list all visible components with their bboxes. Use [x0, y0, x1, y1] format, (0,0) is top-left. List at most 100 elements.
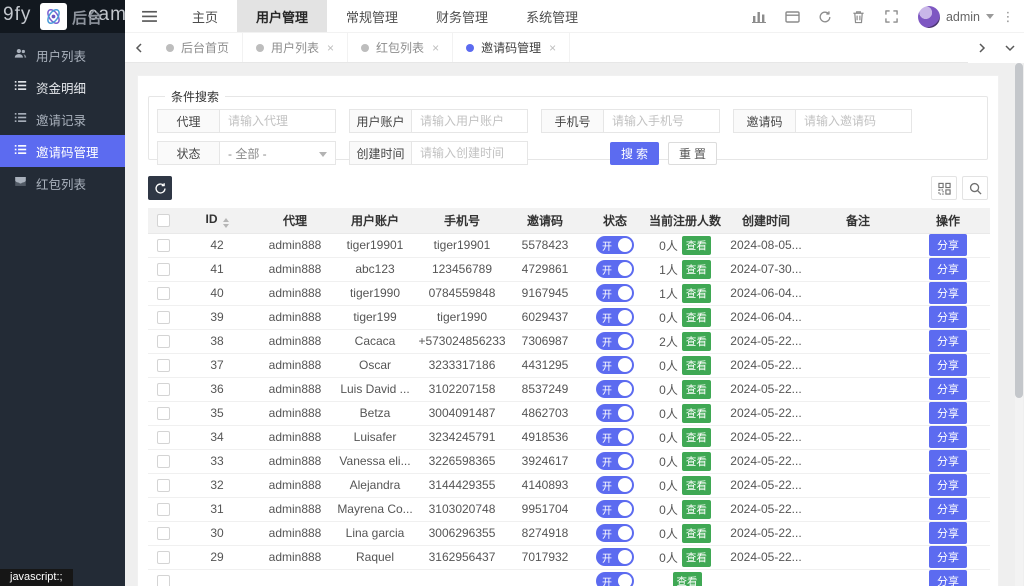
view-button[interactable]: 查看 [682, 476, 711, 495]
status-toggle[interactable]: 开 [596, 260, 634, 278]
row-checkbox[interactable] [157, 431, 170, 444]
row-checkbox[interactable] [157, 503, 170, 516]
status-toggle[interactable]: 开 [596, 452, 634, 470]
row-checkbox[interactable] [157, 359, 170, 372]
share-button[interactable]: 分享 [929, 570, 967, 586]
agent-input[interactable] [219, 109, 336, 133]
row-checkbox[interactable] [157, 479, 170, 492]
share-button[interactable]: 分享 [929, 546, 967, 568]
share-button[interactable]: 分享 [929, 234, 967, 256]
view-button[interactable]: 查看 [682, 308, 711, 327]
share-button[interactable]: 分享 [929, 378, 967, 400]
status-toggle[interactable]: 开 [596, 524, 634, 542]
tabs-scroll-right-icon[interactable] [968, 33, 996, 63]
row-checkbox[interactable] [157, 551, 170, 564]
sidebar-toggle-icon[interactable] [125, 0, 173, 32]
column-header[interactable]: ID [178, 208, 256, 233]
share-button[interactable]: 分享 [929, 450, 967, 472]
share-button[interactable]: 分享 [929, 306, 967, 328]
share-button[interactable]: 分享 [929, 426, 967, 448]
share-button[interactable]: 分享 [929, 282, 967, 304]
share-button[interactable]: 分享 [929, 258, 967, 280]
row-checkbox[interactable] [157, 263, 170, 276]
status-toggle[interactable]: 开 [596, 332, 634, 350]
status-toggle[interactable]: 开 [596, 404, 634, 422]
tab-red-packet-list[interactable]: 红包列表 × [348, 33, 453, 62]
search-icon[interactable] [962, 176, 988, 200]
close-icon[interactable]: × [432, 41, 439, 55]
tab-dashboard[interactable]: 后台首页 [153, 33, 243, 62]
status-toggle[interactable]: 开 [596, 356, 634, 374]
status-toggle[interactable]: 开 [596, 284, 634, 302]
top-menu-user-mgmt[interactable]: 用户管理 [237, 0, 327, 32]
status-toggle[interactable]: 开 [596, 428, 634, 446]
share-button[interactable]: 分享 [929, 498, 967, 520]
row-checkbox[interactable] [157, 527, 170, 540]
tabs-menu-icon[interactable] [996, 33, 1024, 63]
sidebar-item-invite-code-mgmt[interactable]: 邀请码管理 [0, 135, 125, 167]
status-toggle[interactable]: 开 [596, 500, 634, 518]
created-input[interactable] [411, 141, 528, 165]
top-menu-finance-mgmt[interactable]: 财务管理 [417, 0, 507, 32]
tabs-scroll-left-icon[interactable] [125, 33, 153, 62]
top-menu-general-mgmt[interactable]: 常规管理 [327, 0, 417, 32]
view-button[interactable]: 查看 [682, 356, 711, 375]
card-icon[interactable] [776, 11, 809, 23]
close-icon[interactable]: × [327, 41, 334, 55]
share-button[interactable]: 分享 [929, 330, 967, 352]
phone-input[interactable] [603, 109, 720, 133]
sidebar-item-user-list[interactable]: 用户列表 [0, 39, 125, 71]
sidebar-item-red-packet-list[interactable]: 红包列表 [0, 167, 125, 199]
sort-icon[interactable] [223, 218, 229, 228]
view-button[interactable]: 查看 [682, 332, 711, 351]
sidebar-item-funds-detail[interactable]: 资金明细 [0, 71, 125, 103]
share-button[interactable]: 分享 [929, 474, 967, 496]
view-button[interactable]: 查看 [682, 452, 711, 471]
invite-code-input[interactable] [795, 109, 912, 133]
status-toggle[interactable]: 开 [596, 572, 634, 586]
search-button[interactable]: 搜索 [610, 142, 659, 165]
view-button[interactable]: 查看 [682, 380, 711, 399]
row-checkbox[interactable] [157, 575, 170, 586]
reset-button[interactable]: 重置 [668, 142, 717, 165]
sidebar-item-invite-records[interactable]: 邀请记录 [0, 103, 125, 135]
user-menu[interactable]: admin [918, 6, 994, 28]
select-all-checkbox[interactable] [157, 214, 170, 227]
refresh-icon[interactable] [809, 10, 842, 24]
view-button[interactable]: 查看 [682, 260, 711, 279]
row-checkbox[interactable] [157, 311, 170, 324]
trash-icon[interactable] [842, 10, 875, 24]
share-button[interactable]: 分享 [929, 402, 967, 424]
status-toggle[interactable]: 开 [596, 236, 634, 254]
row-checkbox[interactable] [157, 455, 170, 468]
share-button[interactable]: 分享 [929, 522, 967, 544]
view-button[interactable]: 查看 [682, 428, 711, 447]
columns-filter-icon[interactable] [931, 176, 957, 200]
view-button[interactable]: 查看 [682, 548, 711, 567]
row-checkbox[interactable] [157, 383, 170, 396]
view-button[interactable]: 查看 [682, 524, 711, 543]
view-button[interactable]: 查看 [682, 500, 711, 519]
more-icon[interactable]: ⋮ [998, 9, 1018, 25]
fullscreen-icon[interactable] [875, 10, 908, 23]
row-checkbox[interactable] [157, 407, 170, 420]
status-toggle[interactable]: 开 [596, 308, 634, 326]
view-button[interactable]: 查看 [673, 572, 702, 586]
refresh-table-button[interactable] [148, 176, 172, 200]
view-button[interactable]: 查看 [682, 284, 711, 303]
scrollbar-thumb[interactable] [1015, 63, 1023, 398]
row-checkbox[interactable] [157, 239, 170, 252]
view-button[interactable]: 查看 [682, 404, 711, 423]
tab-user-list[interactable]: 用户列表 × [243, 33, 348, 62]
top-menu-system-mgmt[interactable]: 系统管理 [507, 0, 597, 32]
top-menu-home[interactable]: 主页 [173, 0, 237, 32]
close-icon[interactable]: × [549, 41, 556, 55]
view-button[interactable]: 查看 [682, 236, 711, 255]
bar-chart-icon[interactable] [743, 10, 776, 23]
status-toggle[interactable]: 开 [596, 548, 634, 566]
tab-invite-code-mgmt[interactable]: 邀请码管理 × [453, 33, 570, 62]
status-toggle[interactable]: 开 [596, 380, 634, 398]
status-toggle[interactable]: 开 [596, 476, 634, 494]
account-input[interactable] [411, 109, 528, 133]
row-checkbox[interactable] [157, 335, 170, 348]
